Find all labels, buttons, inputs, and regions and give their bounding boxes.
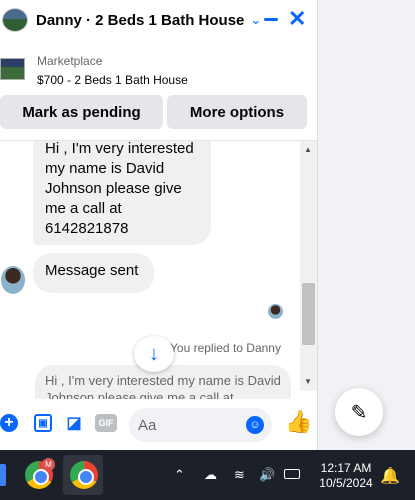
profile-badge: M: [42, 458, 55, 471]
compose-icon: ✎: [350, 401, 368, 424]
marketplace-listing[interactable]: Marketplace $700 - 2 Beds 1 Bath House: [0, 50, 317, 90]
volume-icon[interactable]: 🔊: [259, 467, 275, 483]
close-icon[interactable]: ✕: [288, 6, 306, 32]
clock[interactable]: 12:17 AM 10/5/2024: [318, 461, 374, 491]
taskbar: M ⌃ ☁ ≋ 🔊 12:17 AM 10/5/2024 🔔: [0, 450, 415, 500]
chat-title[interactable]: Danny · 2 Beds 1 Bath House: [36, 12, 244, 29]
chevron-down-icon[interactable]: ⌄: [250, 12, 261, 28]
chat-header: Danny · 2 Beds 1 Bath House ⌄ ✕: [0, 0, 317, 40]
clock-time: 12:17 AM: [320, 461, 372, 475]
message-list: Hi , I'm very interested my name is Davi…: [0, 141, 300, 399]
scroll-down-arrow-icon[interactable]: ↓: [134, 336, 174, 372]
sticker-icon[interactable]: ◪: [65, 414, 83, 432]
minimize-button[interactable]: [264, 18, 278, 21]
more-options-button[interactable]: More options: [167, 95, 307, 129]
quoted-message[interactable]: Hi , I'm very interested my name is Davi…: [35, 365, 291, 399]
show-hidden-icons-icon[interactable]: ⌃: [174, 467, 185, 483]
new-message-button[interactable]: ✎: [335, 388, 383, 436]
scrollbar[interactable]: ▲ ▼: [300, 141, 317, 391]
message-input[interactable]: Aa ☺: [129, 408, 272, 442]
emoji-icon[interactable]: ☺: [246, 416, 264, 434]
read-receipt-avatar: [268, 304, 283, 319]
contact-avatar[interactable]: [2, 8, 28, 32]
scroll-up-icon[interactable]: ▲: [304, 145, 312, 154]
taskbar-edge-indicator: [0, 464, 6, 486]
chrome-profile-app-icon[interactable]: [70, 461, 98, 489]
clock-date: 10/5/2024: [319, 476, 373, 490]
onedrive-icon[interactable]: ☁: [204, 467, 217, 483]
chat-window: Danny · 2 Beds 1 Bath House ⌄ ✕ Marketpl…: [0, 0, 318, 450]
marketplace-label: Marketplace: [37, 54, 103, 68]
scroll-down-icon[interactable]: ▼: [304, 377, 312, 386]
notification-bell-icon[interactable]: 🔔: [380, 466, 400, 486]
replied-label: You replied to Danny: [170, 341, 281, 355]
photo-icon[interactable]: ▣: [34, 414, 52, 432]
scrollbar-thumb[interactable]: [302, 283, 315, 345]
thumbs-up-icon[interactable]: 👍: [285, 409, 312, 435]
plus-icon[interactable]: +: [0, 414, 18, 432]
incoming-message-bubble: Hi , I'm very interested my name is Davi…: [33, 141, 211, 245]
message-placeholder: Aa: [138, 417, 157, 434]
battery-icon[interactable]: [284, 469, 300, 479]
sender-avatar[interactable]: [1, 266, 25, 294]
incoming-message-bubble: Message sent: [33, 253, 154, 293]
listing-thumbnail[interactable]: [0, 58, 25, 80]
composer: + ▣ ◪ GIF Aa ☺: [0, 403, 317, 443]
gif-icon[interactable]: GIF: [95, 414, 117, 432]
listing-detail: $700 - 2 Beds 1 Bath House: [37, 73, 188, 87]
wifi-icon[interactable]: ≋: [234, 467, 245, 483]
mark-as-pending-button[interactable]: Mark as pending: [0, 95, 163, 129]
